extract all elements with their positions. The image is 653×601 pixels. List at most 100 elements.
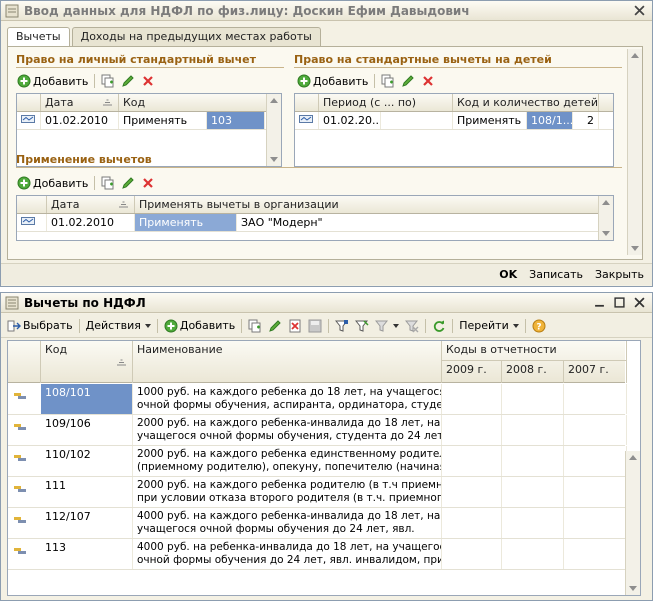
filter-icon (355, 319, 369, 332)
window-titlebar[interactable]: Ввод данных для НДФЛ по физ.лицу: Доскин… (1, 1, 652, 21)
close-button[interactable]: Закрыть (595, 268, 644, 281)
apply-delete-button[interactable] (138, 174, 158, 192)
apply-copy-button[interactable] (98, 174, 118, 192)
vertical-scrollbar[interactable] (598, 196, 613, 240)
copy-icon (381, 74, 394, 88)
children-edit-button[interactable] (398, 72, 418, 90)
code-cell[interactable]: 112/107 (41, 508, 133, 538)
copy-button[interactable] (245, 316, 265, 336)
add-icon (17, 74, 31, 88)
table-row[interactable]: 113 4000 руб. на ребенка-инвалида до 18 … (8, 539, 627, 570)
children-count-cell[interactable]: 2 (573, 112, 599, 129)
tab-previous-income[interactable]: Доходы на предыдущих местах работы (71, 27, 321, 46)
col-code[interactable]: Код (41, 341, 133, 383)
filter-by-value-button[interactable] (352, 316, 372, 336)
delete-button[interactable] (305, 316, 325, 336)
personal-deduction-title: Право на личный стандартный вычет (16, 53, 284, 68)
tab-deductions[interactable]: Вычеты (7, 27, 70, 47)
select-icon (7, 320, 21, 331)
table-row[interactable]: 108/101 1000 руб. на каждого ребенка до … (8, 384, 627, 415)
svg-text:?: ? (536, 322, 541, 332)
code-cell[interactable]: 110/102 (41, 446, 133, 476)
code-cell[interactable]: 109/106 (41, 415, 133, 445)
col-report-codes[interactable]: Коды в отчетности (442, 341, 627, 361)
catalog-item-icon (14, 393, 26, 399)
filter-history-button[interactable] (372, 316, 402, 336)
col-apply-org[interactable]: Применять вычеты в организации (135, 196, 600, 213)
copy-icon (101, 176, 114, 190)
col-code[interactable]: Код (119, 94, 267, 111)
apply-edit-button[interactable] (118, 174, 138, 192)
add-icon (297, 74, 311, 88)
code-cell[interactable]: 111 (41, 477, 133, 507)
sort-icon (103, 99, 112, 106)
refresh-button[interactable] (429, 316, 449, 336)
catalog-item-icon (14, 548, 26, 554)
children-copy-button[interactable] (378, 72, 398, 90)
clear-filter-button[interactable] (402, 316, 422, 336)
personal-code-cell[interactable]: 103 (207, 112, 265, 129)
pencil-icon (402, 75, 415, 87)
pencil-icon (269, 319, 281, 332)
personal-add-button[interactable]: Добавить (14, 72, 91, 90)
table-row[interactable]: 01.02.2010 Применять ЗАО "Модерн" (17, 214, 613, 232)
apply-action-cell[interactable]: Применять (135, 214, 237, 231)
col-date[interactable]: Дата (41, 94, 119, 111)
add-icon (164, 319, 178, 332)
apply-add-button[interactable]: Добавить (14, 174, 91, 192)
children-code-cell[interactable]: 108/1... (527, 112, 573, 129)
code-cell[interactable]: 108/101 (41, 384, 133, 414)
goto-menu[interactable]: Перейти (456, 316, 522, 336)
close-icon (633, 5, 645, 16)
mark-delete-button[interactable] (285, 316, 305, 336)
panel-scrollbar[interactable] (627, 49, 642, 255)
window-titlebar[interactable]: Вычеты по НДФЛ (1, 293, 652, 313)
col-2009[interactable]: 2009 г. (442, 361, 502, 383)
col-children-code[interactable]: Код и количество детей (453, 94, 599, 111)
copy-icon (101, 74, 114, 88)
save-button[interactable]: Записать (529, 268, 583, 281)
col-apply-date[interactable]: Дата (47, 196, 135, 213)
copy-icon (248, 319, 261, 332)
table-row[interactable]: 110/102 2000 руб. на каждого ребенка еди… (8, 446, 627, 477)
table-row[interactable]: 109/106 2000 руб. на каждого ребенка-инв… (8, 415, 627, 446)
minimize-button[interactable] (592, 296, 606, 310)
filter-button[interactable] (332, 316, 352, 336)
add-button[interactable]: Добавить (161, 316, 238, 336)
code-cell[interactable]: 113 (41, 539, 133, 569)
personal-copy-button[interactable] (98, 72, 118, 90)
help-icon: ? (532, 319, 546, 332)
maximize-button[interactable] (612, 296, 626, 310)
deductions-panel: Право на личный стандартный вычет Добави… (7, 46, 643, 260)
table-row[interactable]: 112/107 4000 руб. на каждого ребенка-инв… (8, 508, 627, 539)
children-delete-button[interactable] (418, 72, 438, 90)
col-period[interactable]: Период (с ... по) (319, 94, 453, 111)
col-name[interactable]: Наименование (133, 341, 442, 383)
close-window-button[interactable] (632, 4, 646, 18)
ok-button[interactable]: OK (499, 268, 517, 281)
personal-delete-button[interactable] (138, 72, 158, 90)
pencil-icon (122, 177, 135, 189)
deductions-list-window: Вычеты по НДФЛ Выбрать Действия Добавить (0, 292, 653, 601)
filter-off-icon (405, 320, 419, 332)
col-2008[interactable]: 2008 г. (502, 361, 564, 383)
actions-menu[interactable]: Действия (83, 316, 154, 336)
disk-icon (308, 319, 322, 332)
maximize-icon (613, 297, 625, 308)
apply-deductions-table: Дата Применять вычеты в организации 01.0… (16, 195, 614, 241)
chevron-down-icon (144, 323, 151, 328)
edit-button[interactable] (265, 316, 285, 336)
vertical-scrollbar[interactable] (625, 451, 640, 595)
table-row[interactable]: 01.02.20... Применять 108/1... 2 (295, 112, 613, 130)
personal-edit-button[interactable] (118, 72, 138, 90)
table-row[interactable]: 111 2000 руб. на каждого ребенка родител… (8, 477, 627, 508)
col-2007[interactable]: 2007 г. (564, 361, 627, 383)
select-button[interactable]: Выбрать (4, 316, 76, 336)
table-row[interactable]: 01.02.2010 Применять 103 (17, 112, 281, 130)
close-window-button[interactable] (632, 296, 646, 310)
filter-icon (375, 320, 389, 332)
form-icon (5, 4, 19, 17)
help-button[interactable]: ? (529, 316, 549, 336)
sort-icon (119, 201, 128, 208)
children-add-button[interactable]: Добавить (294, 72, 371, 90)
